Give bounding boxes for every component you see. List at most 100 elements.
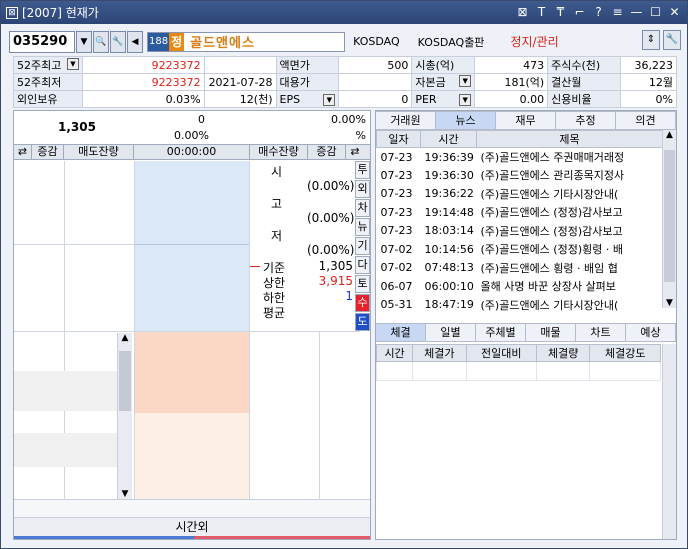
info-label: 대용가 xyxy=(275,73,340,91)
scroll-down-icon[interactable]: ▼ xyxy=(118,489,132,499)
news-row[interactable]: 07-02 07:48:13 (주)골드앤에스 횡령 · 배임 협 xyxy=(377,259,663,278)
low-label: 저 xyxy=(271,229,283,243)
vtab-3[interactable]: 뉴 xyxy=(355,218,370,236)
info-label: 액면가 xyxy=(275,56,340,74)
tab-trade-1[interactable]: 일별 xyxy=(426,323,476,342)
bid-price-area xyxy=(134,413,249,499)
news-time: 18:03:14 xyxy=(424,224,474,238)
stat-row: 상한 3,915 xyxy=(263,274,353,290)
tab-trade-2[interactable]: 주체별 xyxy=(476,323,526,342)
pin-icon[interactable]: ₸ xyxy=(552,4,569,21)
info-value: 9223372 xyxy=(81,73,205,91)
news-row[interactable]: 07-23 19:36:30 (주)골드앤에스 관리종목지정사 xyxy=(377,166,663,185)
stock-name-box[interactable]: 188 정 골드앤에스 xyxy=(147,31,346,52)
vtab-2[interactable]: 차 xyxy=(355,199,370,217)
vtab-8[interactable]: 도 xyxy=(355,313,370,331)
scroll-up-icon[interactable]: ▲ xyxy=(118,333,132,343)
divider xyxy=(134,161,135,527)
stat-value: 1 xyxy=(345,289,353,303)
vtab-7[interactable]: 수 xyxy=(355,294,370,312)
change-value: 0 xyxy=(198,113,205,126)
info-label: 주식수(천) xyxy=(547,56,622,74)
news-row[interactable]: 05-31 18:47:19 (주)골드앤에스 기타시장안내( xyxy=(377,296,663,315)
rate-sign: % xyxy=(355,129,366,142)
news-date: 07-23 xyxy=(380,224,413,238)
speaker-icon[interactable]: ◀ xyxy=(127,30,143,53)
scroll-up-icon[interactable]: ▲ xyxy=(663,130,676,140)
wrench-icon[interactable]: 🔧 xyxy=(110,30,126,53)
info-row: 외인보유 0.03% 12(천) EPS ▼ 0 PER ▼ 0.00 신용비율 0… xyxy=(13,90,677,108)
col-title: 제목 xyxy=(476,130,663,148)
window-icon[interactable]: ⊠ xyxy=(6,6,18,19)
board-label: KOSDAQ출판 xyxy=(417,35,485,49)
scroll-thumb[interactable] xyxy=(119,351,131,411)
news-row[interactable]: 07-23 19:36:39 (주)골드앤에스 주권매매거래정 xyxy=(377,148,663,167)
tab-trade-0[interactable]: 체결 xyxy=(376,323,426,342)
vertical-tabs: 투외차뉴기다토수도 xyxy=(355,161,370,332)
divider xyxy=(14,331,360,332)
vtab-0[interactable]: 투 xyxy=(355,161,370,179)
news-row[interactable]: 07-23 18:03:14 (주)골드앤에스 (정정)감사보고 xyxy=(377,222,663,241)
trade-scrollbar[interactable] xyxy=(662,344,676,539)
info-value: 0.00 xyxy=(474,90,549,108)
news-row[interactable]: 07-02 10:14:56 (주)골드앤에스 (정정)횡령 · 배 xyxy=(377,240,663,259)
close-icon[interactable]: ✕ xyxy=(666,4,683,21)
settings-wrench-icon[interactable]: 🔧 xyxy=(663,30,681,50)
tab-news-3[interactable]: 추정 xyxy=(556,111,616,130)
minimize-icon[interactable]: — xyxy=(628,4,645,21)
maximize-icon[interactable]: ☐ xyxy=(647,4,664,21)
after-hours-label[interactable]: 시간외 xyxy=(14,517,370,537)
tab-trade-3[interactable]: 매물 xyxy=(526,323,576,342)
help-icon[interactable]: ? xyxy=(590,4,607,21)
bid-price-area xyxy=(134,331,249,413)
toolbar: 035290 ▼ 🔍 🔧 ◀ 188 정 골드앤에스 KOSDAQ KOSDAQ… xyxy=(9,29,681,54)
trade-row xyxy=(375,361,661,381)
tab-news-4[interactable]: 의견 xyxy=(616,111,676,130)
info-label: 신용비율 xyxy=(547,90,622,108)
tab-news-2[interactable]: 재무 xyxy=(496,111,556,130)
news-scrollbar[interactable]: ▲ ▼ xyxy=(662,130,676,308)
toggle-icon[interactable]: ⇄ xyxy=(346,145,364,159)
header-cell: 매수잔량 xyxy=(250,145,308,159)
info-value: 2021-07-28 xyxy=(203,73,277,91)
vtab-1[interactable]: 외 xyxy=(355,180,370,198)
spin-icon[interactable]: ⇕ xyxy=(642,30,660,50)
close-x-icon[interactable]: ⊠ xyxy=(514,4,531,21)
news-time: 19:36:39 xyxy=(424,150,474,164)
header-cell[interactable]: 증감 xyxy=(308,145,346,159)
info-label: 52주최고 xyxy=(17,59,62,72)
code-dropdown-icon[interactable]: ▼ xyxy=(76,30,92,53)
stock-code-input[interactable]: 035290 xyxy=(9,30,75,53)
text-icon[interactable]: T xyxy=(533,4,550,21)
dropdown-arrow-icon: ▼ xyxy=(459,93,472,106)
toggle-icon[interactable]: ⇄ xyxy=(14,145,32,159)
stat-row: 평균 xyxy=(263,304,353,320)
market-badge: 188 xyxy=(148,32,170,51)
tab-trade-5[interactable]: 예상 xyxy=(626,323,676,342)
vtab-5[interactable]: 다 xyxy=(355,256,370,274)
tab-news-1[interactable]: 뉴스 xyxy=(436,111,496,130)
menu-icon[interactable]: ≡ xyxy=(609,4,626,21)
news-row[interactable]: 07-23 19:14:48 (주)골드앤에스 (정정)감사보고 xyxy=(377,203,663,222)
stat-row: 기준 1,305 xyxy=(263,259,353,275)
news-title: (주)골드앤에스 기타시장안내( xyxy=(480,298,619,312)
vtab-4[interactable]: 기 xyxy=(355,237,370,255)
header-cell[interactable]: 증감 xyxy=(32,145,64,159)
news-time: 19:36:30 xyxy=(424,168,474,182)
info-value: 0 xyxy=(338,90,413,108)
tab-news-0[interactable]: 거래원 xyxy=(376,111,436,130)
news-row[interactable]: 06-07 06:00:10 올해 사명 바꾼 상장사 살펴보 xyxy=(377,277,663,296)
vtab-6[interactable]: 토 xyxy=(355,275,370,293)
scrollbar[interactable]: ▲ ▼ xyxy=(117,333,132,499)
news-row[interactable]: 07-23 19:36:22 (주)골드앤에스 기타시장안내( xyxy=(377,185,663,204)
link-icon[interactable]: ⌐ xyxy=(571,4,588,21)
scroll-thumb[interactable] xyxy=(664,150,675,282)
search-icon[interactable]: 🔍 xyxy=(93,30,109,53)
bid-bar xyxy=(194,536,370,539)
stat-label: 하한 xyxy=(263,291,286,305)
dropdown-arrow-icon: ▼ xyxy=(323,93,336,106)
tab-trade-4[interactable]: 차트 xyxy=(576,323,626,342)
scroll-down-icon[interactable]: ▼ xyxy=(663,298,676,308)
info-value: 12월 xyxy=(620,73,677,91)
info-label: 52주최저 xyxy=(13,73,83,91)
